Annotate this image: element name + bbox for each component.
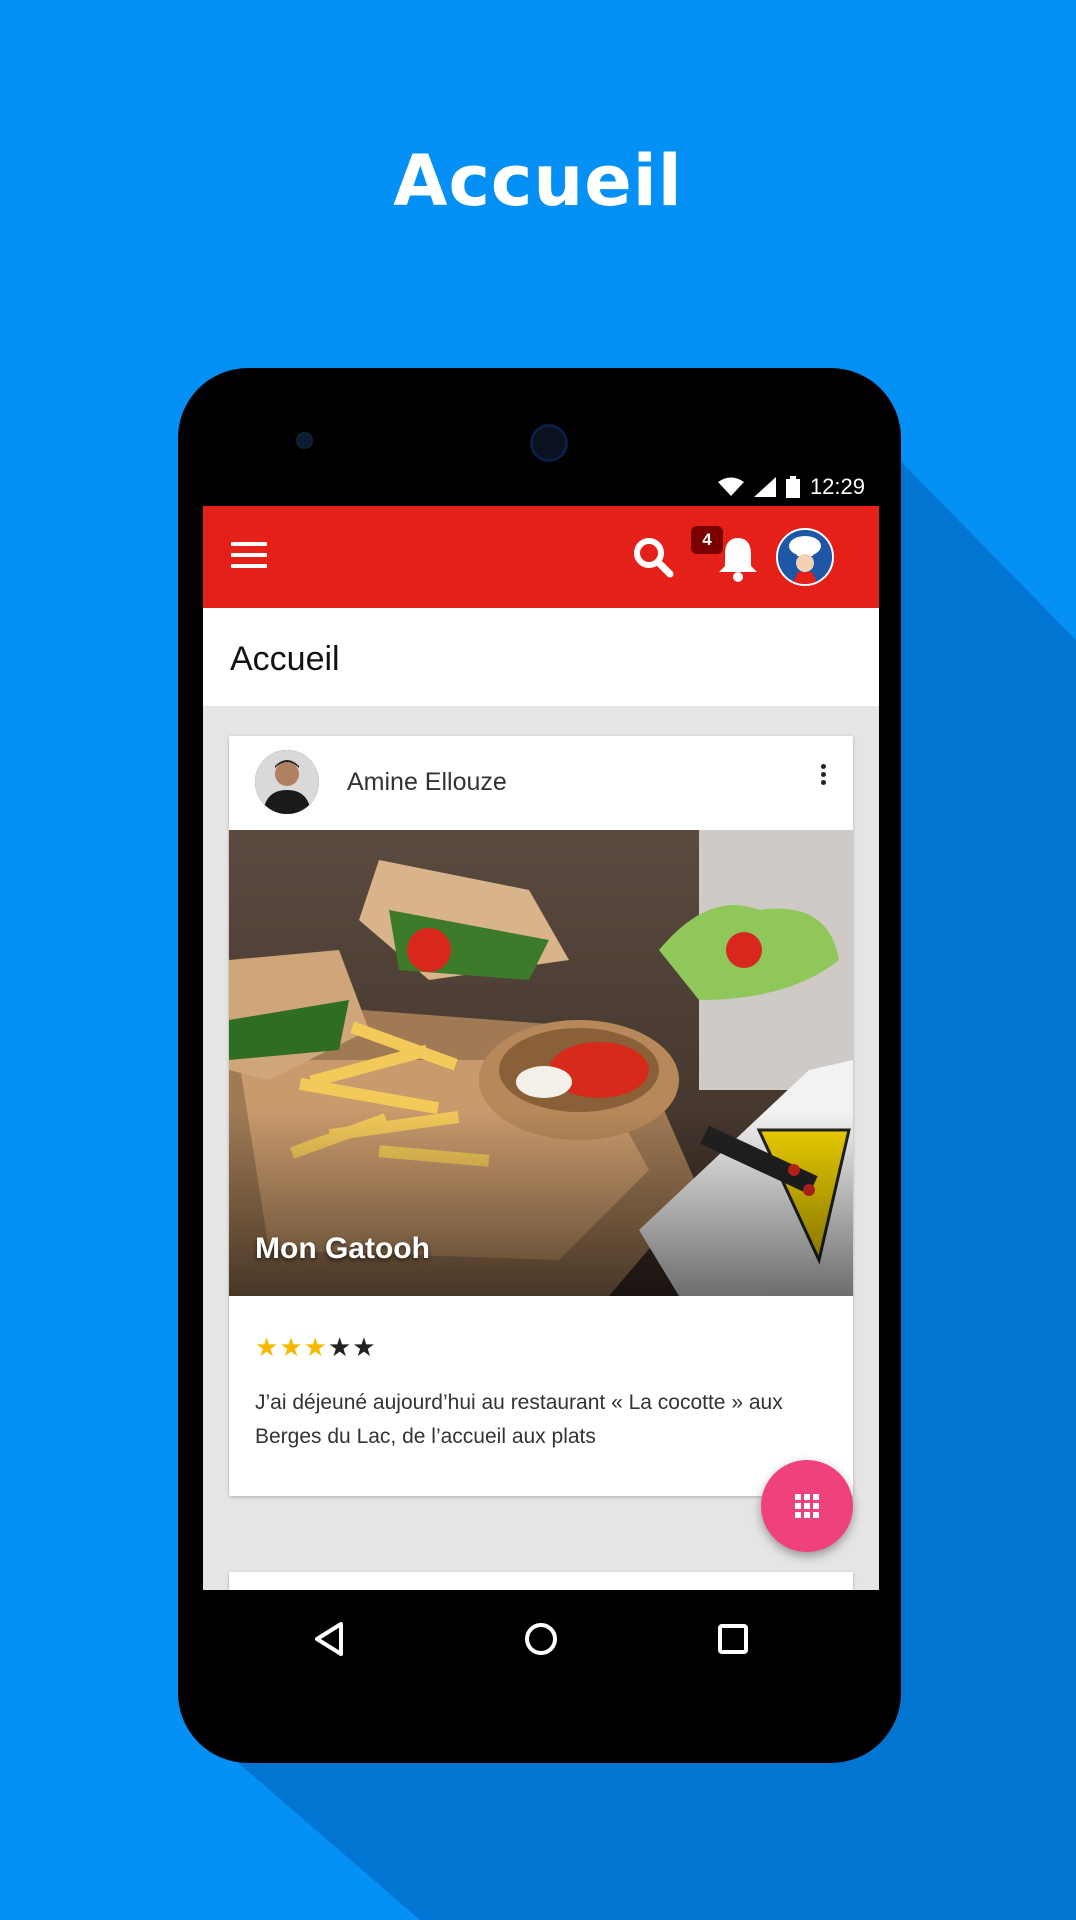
menu-button[interactable] xyxy=(231,542,267,572)
star-filled-icon: ★ xyxy=(303,1332,327,1362)
image-caption: Mon Gatooh xyxy=(255,1232,430,1265)
star-filled-icon: ★ xyxy=(279,1332,303,1362)
signal-icon xyxy=(753,477,776,497)
front-camera xyxy=(530,424,568,462)
profile-avatar[interactable] xyxy=(776,528,834,586)
recents-icon[interactable] xyxy=(708,1614,758,1664)
post-header: Amine Ellouze xyxy=(229,736,853,830)
post-image[interactable]: Mon Gatooh xyxy=(229,830,853,1296)
star-rating: ★ ★ ★ ★ ★ xyxy=(255,1334,376,1360)
phone-screen: 12:29 4 Accueil Amine Ellouze Mon Gatooh… xyxy=(203,468,879,1590)
notification-badge: 4 xyxy=(691,526,723,554)
proximity-sensor xyxy=(296,432,313,449)
navigation-bar xyxy=(203,1590,879,1690)
more-icon-dot xyxy=(820,764,826,769)
status-bar: 12:29 xyxy=(203,468,879,506)
page-title: Accueil xyxy=(230,640,340,678)
more-options-button[interactable] xyxy=(817,764,829,790)
home-icon[interactable] xyxy=(516,1614,566,1664)
more-icon-dot xyxy=(820,772,826,777)
post-card[interactable]: Amine Ellouze Mon Gatooh ★ ★ ★ ★ ★ J’ai … xyxy=(229,736,853,1496)
search-icon[interactable] xyxy=(630,534,676,580)
back-icon[interactable] xyxy=(305,1614,355,1664)
menu-icon-line xyxy=(231,564,267,568)
author-avatar[interactable] xyxy=(255,750,319,814)
battery-icon xyxy=(785,476,800,498)
star-empty-icon: ★ xyxy=(352,1332,376,1362)
headline: Accueil xyxy=(393,140,683,222)
page-header: Accueil xyxy=(203,608,879,706)
app-bar: 4 xyxy=(203,506,879,608)
author-name[interactable]: Amine Ellouze xyxy=(347,768,507,797)
food-photo xyxy=(229,830,853,1296)
chef-avatar-icon xyxy=(778,530,832,584)
star-empty-icon: ★ xyxy=(327,1332,352,1362)
menu-icon-line xyxy=(231,542,267,546)
wifi-icon xyxy=(717,477,744,496)
person-avatar-icon xyxy=(255,750,319,814)
apps-grid-icon xyxy=(795,1494,819,1518)
next-post-card[interactable] xyxy=(229,1572,853,1590)
apps-fab-button[interactable] xyxy=(761,1460,853,1552)
menu-icon-line xyxy=(231,553,267,557)
more-icon-dot xyxy=(820,780,826,785)
status-time: 12:29 xyxy=(809,474,865,499)
star-filled-icon: ★ xyxy=(255,1332,279,1362)
review-text: J’ai déjeuné aujourd’hui au restaurant «… xyxy=(255,1391,783,1448)
